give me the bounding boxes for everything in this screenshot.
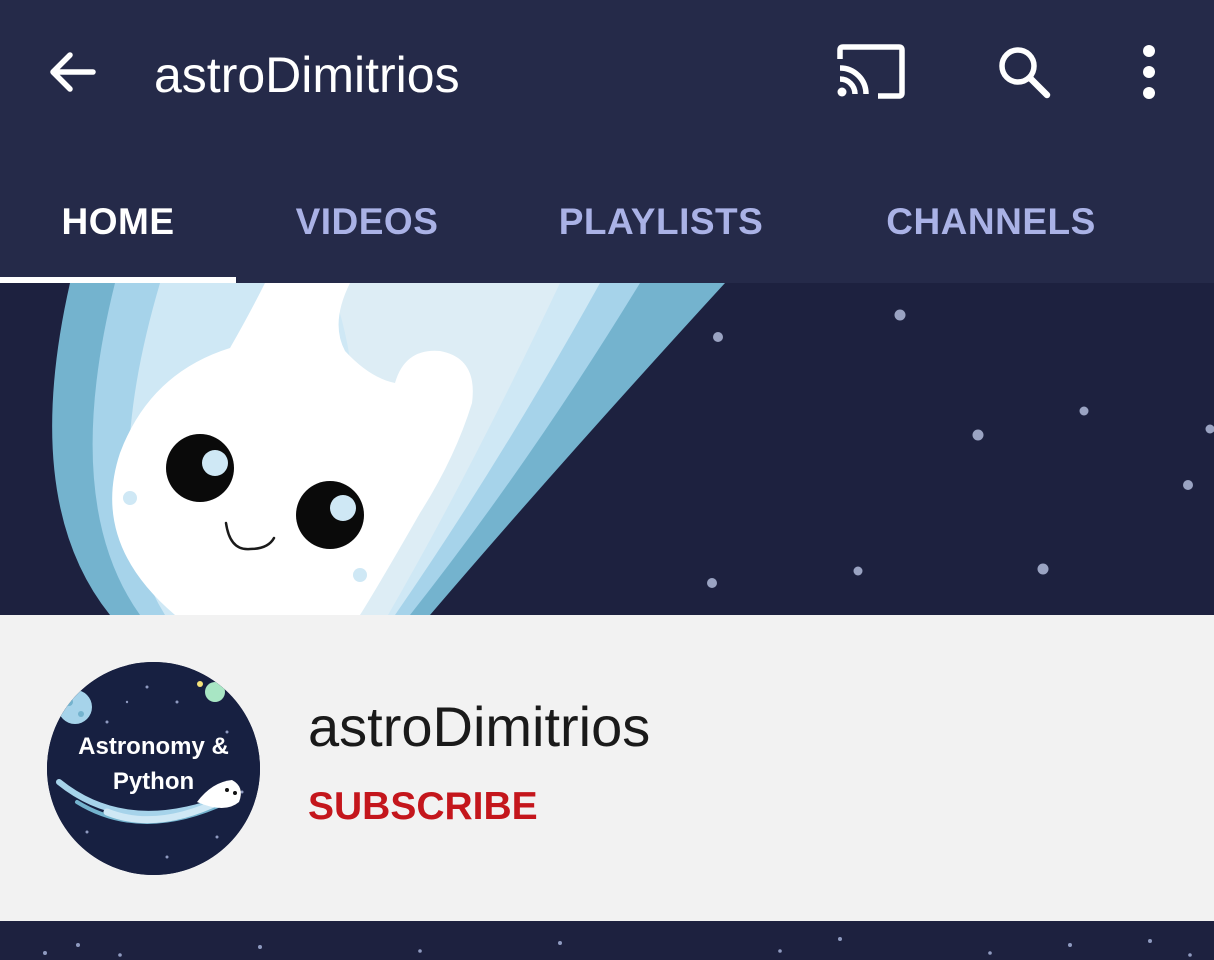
tab-playlists[interactable]: PLAYLISTS (498, 160, 824, 283)
search-button[interactable] (982, 30, 1066, 114)
subscribe-button[interactable]: SUBSCRIBE (308, 782, 538, 832)
back-arrow-icon (50, 52, 96, 92)
stars-strip-art (43, 937, 1192, 957)
search-icon (999, 47, 1051, 99)
back-button[interactable] (30, 30, 114, 114)
channel-name: astroDimitrios (308, 695, 651, 758)
tab-channels[interactable]: CHANNELS (824, 160, 1158, 283)
cast-button[interactable] (828, 30, 914, 114)
cast-icon (837, 44, 905, 99)
app-bar: astroDimitrios HOME VIDEOS PLAYLISTS CHA… (0, 0, 1214, 283)
avatar-text-line2: Python (112, 768, 195, 795)
tab-videos[interactable]: VIDEOS (236, 160, 498, 283)
more-options-button[interactable] (1118, 30, 1180, 114)
channel-tabs: HOME VIDEOS PLAYLISTS CHANNELS (0, 160, 1214, 283)
avatar-text-line1: Astronomy & (78, 733, 229, 760)
more-vert-icon (1143, 45, 1155, 99)
comet-banner-art (52, 283, 1214, 615)
channel-avatar[interactable]: Astronomy & Python (47, 662, 260, 875)
app-bar-title: astroDimitrios (154, 47, 460, 103)
channel-banner (0, 283, 1214, 615)
next-section-banner (0, 921, 1214, 960)
tab-home[interactable]: HOME (0, 160, 236, 283)
